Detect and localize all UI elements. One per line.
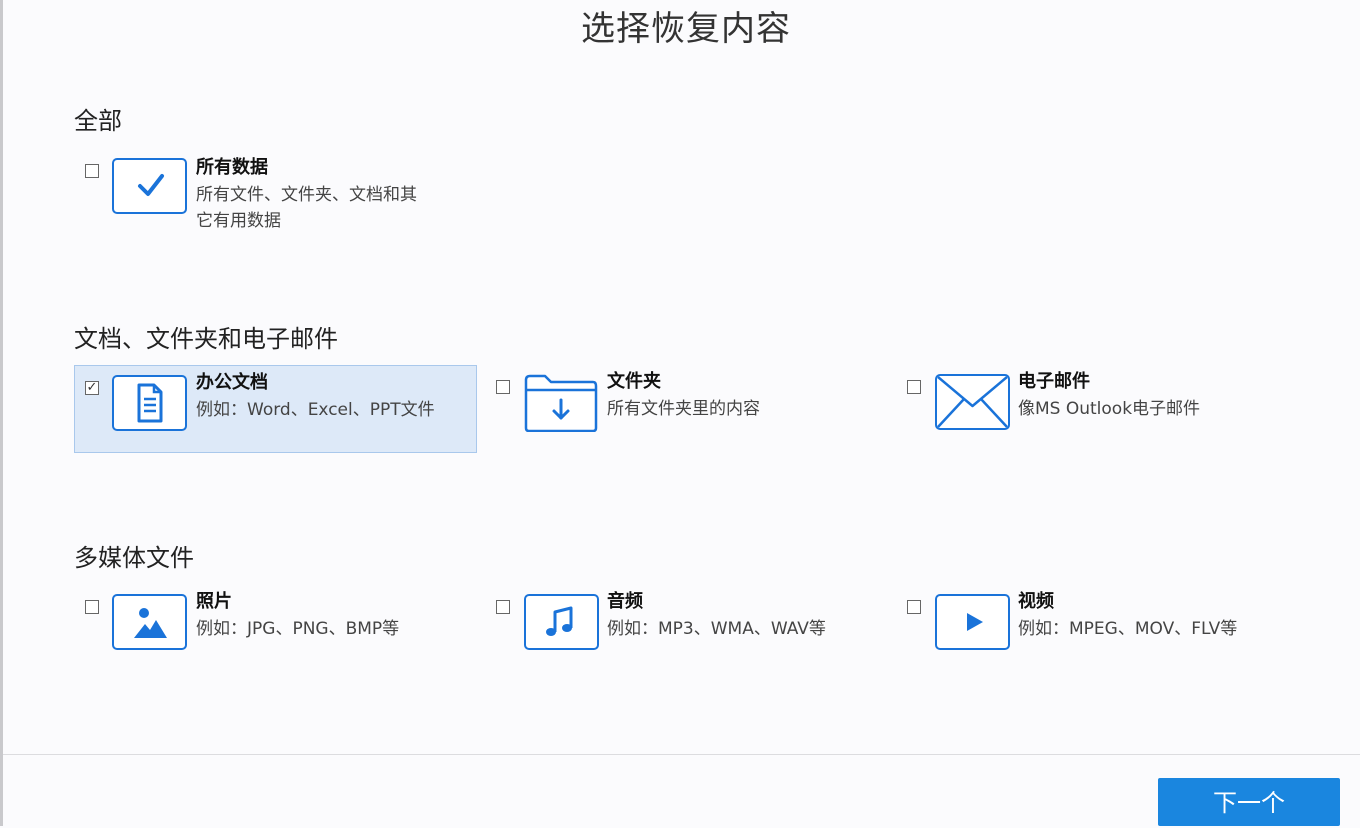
icon-box-email [935, 374, 1010, 430]
option-desc-all-data: 所有文件、文件夹、文档和其 它有用数据 [196, 182, 417, 234]
window-left-border [0, 0, 3, 826]
checkmark-icon [138, 174, 164, 196]
option-desc-email: 像MS Outlook电子邮件 [1018, 399, 1201, 419]
option-desc-line-2: 它有用数据 [196, 211, 281, 231]
next-button[interactable]: 下一个 [1158, 778, 1340, 826]
option-desc-office-docs: 例如：Word、Excel、PPT文件 [196, 400, 435, 420]
option-video[interactable]: 视频 例如：MPEG、MOV、FLV等 [896, 585, 1300, 673]
checkbox-video[interactable] [907, 600, 921, 614]
option-office-docs[interactable]: ✓ 办公文档 例如：Word、Excel、PPT文件 [74, 365, 477, 453]
checkbox-email[interactable] [907, 380, 921, 394]
option-desc-audio: 例如：MP3、WMA、WAV等 [607, 619, 826, 639]
option-title-audio: 音频 [607, 591, 643, 612]
option-title-video: 视频 [1018, 591, 1054, 612]
option-all-data[interactable]: 所有数据 所有文件、文件夹、文档和其 它有用数据 [74, 150, 478, 238]
section-label-media: 多媒体文件 [74, 544, 194, 572]
footer-divider [3, 754, 1360, 755]
folder-download-icon [524, 374, 598, 432]
music-note-icon [546, 606, 573, 636]
option-email[interactable]: 电子邮件 像MS Outlook电子邮件 [896, 365, 1300, 453]
image-icon [134, 608, 167, 638]
icon-box-photos [112, 594, 187, 650]
option-audio[interactable]: 音频 例如：MP3、WMA、WAV等 [485, 585, 889, 673]
option-title-all-data: 所有数据 [196, 157, 268, 178]
document-icon [137, 383, 163, 423]
option-desc-line-1: 所有文件、文件夹、文档和其 [196, 185, 417, 205]
section-label-documents: 文档、文件夹和电子邮件 [74, 325, 338, 353]
option-title-email: 电子邮件 [1018, 371, 1090, 392]
icon-box-audio [524, 594, 599, 650]
icon-box-folder [523, 374, 598, 432]
option-title-folder: 文件夹 [607, 371, 661, 392]
option-desc-folder: 所有文件夹里的内容 [607, 399, 760, 419]
option-photos[interactable]: 照片 例如：JPG、PNG、BMP等 [74, 585, 478, 673]
checkbox-office-docs[interactable]: ✓ [85, 381, 99, 395]
checkbox-audio[interactable] [496, 600, 510, 614]
option-title-office-docs: 办公文档 [196, 372, 268, 393]
checkbox-photos[interactable] [85, 600, 99, 614]
icon-box-all-data [112, 158, 187, 214]
section-label-all: 全部 [74, 107, 122, 135]
envelope-icon [937, 376, 1008, 428]
play-icon [967, 613, 983, 631]
checkbox-all-data[interactable] [85, 164, 99, 178]
option-title-photos: 照片 [196, 591, 232, 612]
option-desc-photos: 例如：JPG、PNG、BMP等 [196, 619, 400, 639]
page-title: 选择恢复内容 [581, 9, 791, 49]
option-folder[interactable]: 文件夹 所有文件夹里的内容 [485, 365, 889, 453]
icon-box-video [935, 594, 1010, 650]
icon-box-office-docs [112, 375, 187, 431]
option-desc-video: 例如：MPEG、MOV、FLV等 [1018, 619, 1238, 639]
checkbox-folder[interactable] [496, 380, 510, 394]
